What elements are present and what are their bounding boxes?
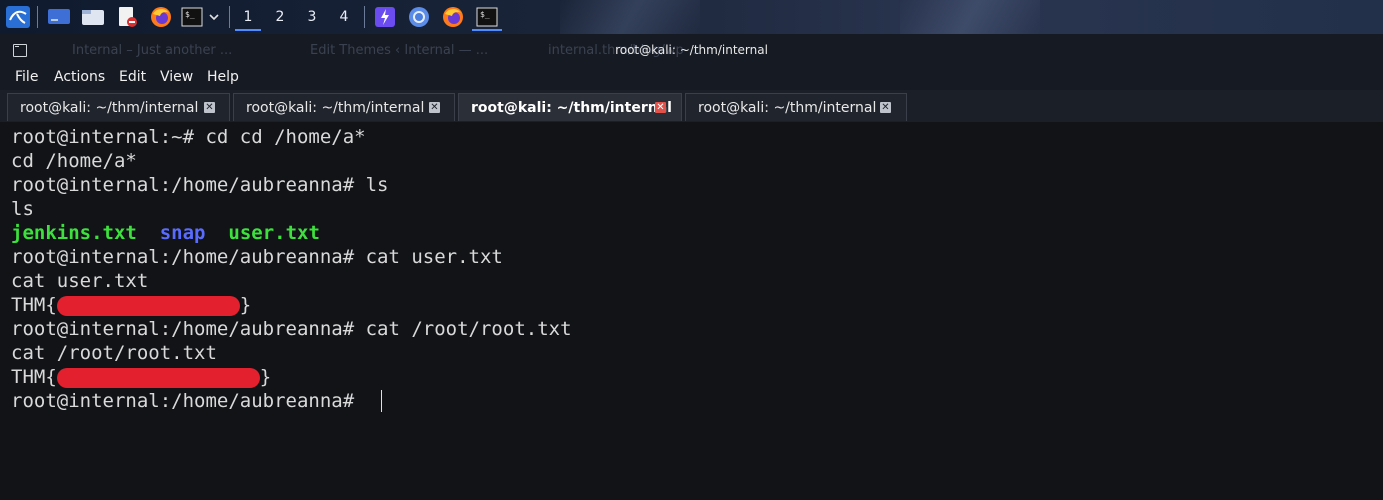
terminal-tab[interactable]: root@kali: ~/thm/internal ✕ [685,93,907,121]
terminal-line: root@internal:/home/aubreanna# ls [11,174,389,196]
terminal-tab-active[interactable]: root@kali: ~/thm/internal ✕ [458,93,682,121]
workspace-4[interactable]: 4 [331,5,357,29]
svg-text:$_: $_ [185,10,195,19]
firefox-icon[interactable] [440,5,466,29]
file-manager-icon[interactable] [80,5,106,29]
flag-line: THM{} [11,293,251,317]
dropdown-chevron-icon[interactable] [206,5,222,29]
text-editor-icon[interactable] [114,5,140,29]
window-title: root@kali: ~/thm/internal [615,43,768,57]
show-desktop-icon[interactable] [46,5,72,29]
flag-prefix: THM{ [11,366,57,388]
terminal-line: root@internal:~# cd cd /home/a* [11,126,366,148]
tab-label: root@kali: ~/thm/internal [698,100,877,116]
workspace-2[interactable]: 2 [267,5,293,29]
workspace-3[interactable]: 3 [299,5,325,29]
kali-menu-icon[interactable] [4,5,32,29]
ls-file: jenkins.txt [11,222,137,244]
menu-file[interactable]: File [15,69,38,85]
tab-label: root@kali: ~/thm/internal [20,100,199,116]
close-tab-icon[interactable]: ✕ [204,102,215,113]
redaction-mark [56,295,240,316]
panel-separator [37,6,38,28]
terminal-icon[interactable]: $_ [180,5,204,29]
ls-output-line: jenkins.txt snap user.txt [11,221,320,245]
terminal-tab[interactable]: root@kali: ~/thm/internal ✕ [7,93,230,121]
menu-edit[interactable]: Edit [119,69,146,85]
terminal-line: root@internal:/home/aubreanna# cat user.… [11,246,503,268]
panel-separator [364,6,365,28]
wallpaper-streak [560,0,700,34]
tab-label: root@kali: ~/thm/internal [246,100,425,116]
terminal-line: cd /home/a* [11,150,137,172]
terminal-tab-bar: root@kali: ~/thm/internal ✕ root@kali: ~… [0,90,1383,123]
text-cursor [381,390,382,412]
terminal-prompt: root@internal:/home/aubreanna# [11,390,366,412]
ls-file: user.txt [228,222,320,244]
close-tab-icon[interactable]: ✕ [655,102,666,113]
chromium-icon[interactable] [406,5,432,29]
flag-line: THM{} [11,365,271,389]
menu-actions[interactable]: Actions [54,69,105,85]
flag-suffix: } [259,366,272,388]
workspace-1[interactable]: 1 [235,5,261,31]
firefox-icon[interactable] [148,5,174,29]
terminal-icon[interactable]: $_ [472,5,502,31]
ls-directory: snap [159,222,206,244]
window-titlebar[interactable]: Internal – Just another ... Edit Themes … [0,34,1383,66]
redaction-mark [56,367,260,388]
terminal-line: cat user.txt [11,270,149,292]
close-tab-icon[interactable]: ✕ [880,102,891,113]
terminal-tab[interactable]: root@kali: ~/thm/internal ✕ [233,93,455,121]
terminal-line: cat /root/root.txt [11,342,217,364]
flag-prefix: THM{ [11,294,57,316]
burpsuite-icon[interactable] [372,5,398,29]
menu-help[interactable]: Help [207,69,239,85]
flag-suffix: } [239,294,252,316]
menu-view[interactable]: View [160,69,193,85]
svg-text:$_: $_ [480,10,490,19]
wallpaper-streak [900,0,1040,34]
terminal-line: root@internal:/home/aubreanna# cat /root… [11,318,572,340]
menu-bar: File Actions Edit View Help [0,66,1383,90]
panel-separator [229,6,230,28]
tab-label: root@kali: ~/thm/internal [471,100,672,116]
close-tab-icon[interactable]: ✕ [429,102,440,113]
terminal-line: ls [11,198,34,220]
top-panel: $_ 1 2 3 4 $_ [0,0,1383,34]
